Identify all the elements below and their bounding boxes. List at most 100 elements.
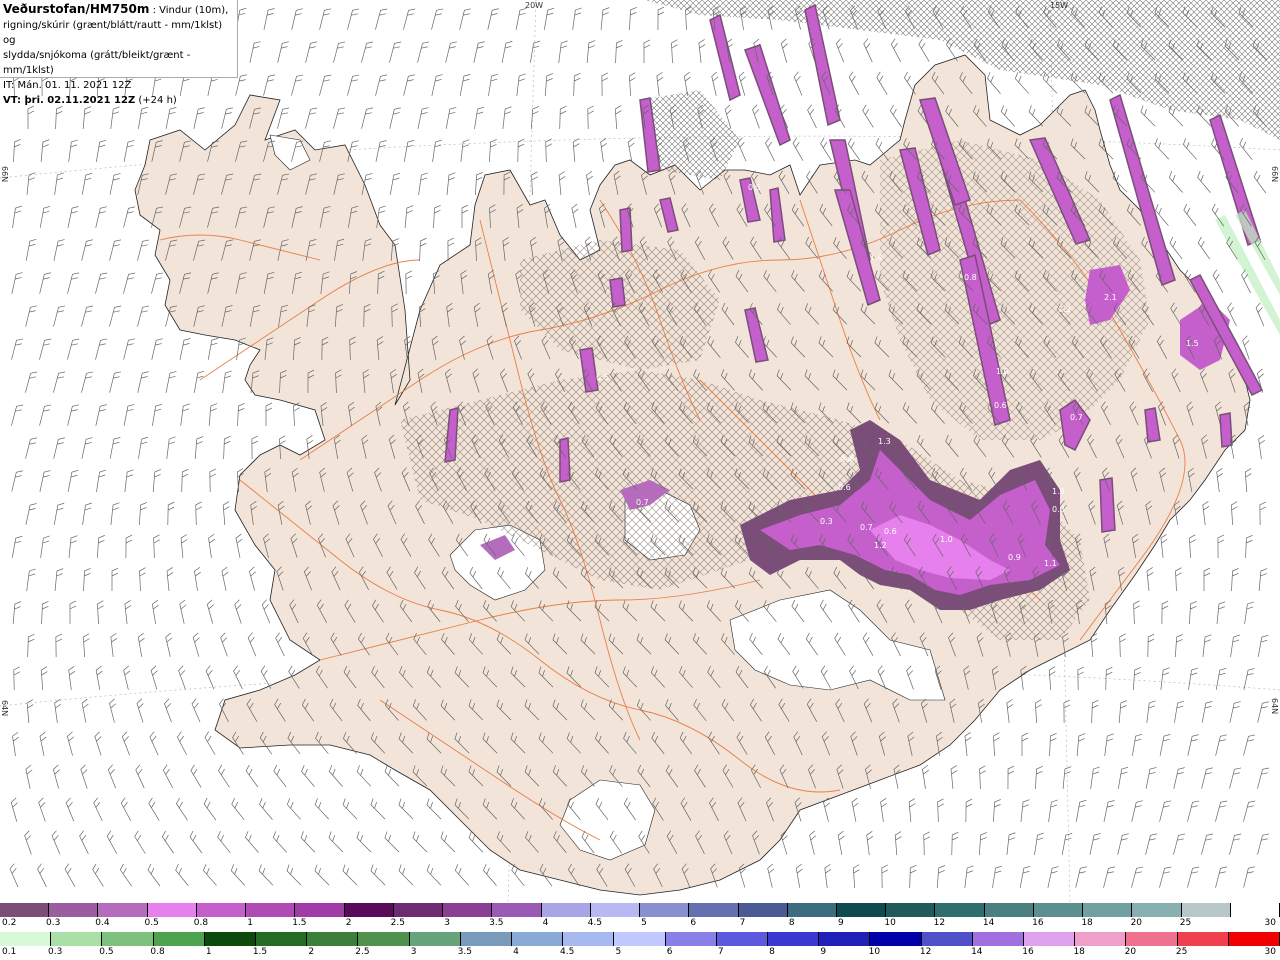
snow-scale-label: 14 [982, 918, 995, 928]
precip-value-label: 1.0 [996, 367, 1009, 376]
precip-value-label: 1.0 [940, 535, 953, 544]
rain-scale-cell [409, 932, 461, 946]
snow-scale-cell [689, 903, 739, 917]
snow-scale-label: 2.5 [390, 918, 406, 928]
snow-scale-cell [49, 903, 99, 917]
rain-scale-cell [768, 932, 820, 946]
precip-value-label: 1.2 [874, 541, 887, 550]
rain-scale-label: 5 [615, 947, 622, 957]
rain-scale-label: 8 [769, 947, 775, 957]
snow-scale-cell [98, 903, 148, 917]
rain-scale-label: 1.5 [252, 947, 268, 957]
snow-scale-cell [492, 903, 542, 917]
rain-scale-label: 10 [868, 947, 881, 957]
precip-value-label: 1.3 [878, 437, 891, 446]
rain-scale-label: 0.8 [150, 947, 165, 957]
snow-scale-label: 10 [884, 918, 896, 928]
rain-scale-cell [1126, 932, 1178, 946]
snow-scale-cell [1132, 903, 1182, 917]
rain-scale-cell [921, 932, 973, 946]
precip-value-label: 2.1 [1104, 293, 1117, 302]
precip-value-label: 0.6 [994, 401, 1007, 410]
rain-scale-labels: 0.1 0.3 0.5 0.8 1 1.5 2 2.5 3 3.5 4 4.5 5 6 7 8 9 10 12 14 1… [0, 947, 1280, 959]
precip-value-label: 0.4 [840, 455, 853, 464]
rain-scale-cell [1177, 932, 1229, 946]
rain-scale-label: 4.5 [560, 947, 575, 957]
rain-scale-cell [563, 932, 615, 946]
lat-label-66n-right: 66N [1270, 166, 1279, 183]
precip-value-label: 0.5 [748, 183, 761, 192]
snow-scale-cell [246, 903, 296, 917]
rain-scale-cell [307, 932, 359, 946]
rain-scale-cell [512, 932, 564, 946]
rain-scale-label: 30 [1264, 947, 1276, 957]
precip-value-label: 1.9 [1052, 487, 1065, 496]
snow-scale-cell [1083, 903, 1133, 917]
snow-color-scale [0, 903, 1280, 917]
rain-scale-label: 7 [717, 947, 724, 957]
precip-value-label: 0.7 [1070, 413, 1083, 422]
rain-scale-label: 14 [971, 947, 983, 957]
info-line-1: Veðurstofan/HM750m : Vindur (10m), [3, 2, 234, 18]
map-title: Veðurstofan/HM750m [3, 2, 150, 16]
snow-scale-label: 6 [690, 918, 697, 928]
snow-scale-label: 7 [739, 918, 746, 928]
rain-scale-label: 25 [1175, 947, 1188, 957]
rain-scale-cell [716, 932, 769, 946]
precip-value-label: 0.6 [884, 527, 897, 536]
snow-scale-cell [196, 903, 247, 917]
info-line-2: rigning/skúrir (grænt/blátt/rautt - mm/1… [3, 20, 223, 46]
rain-scale-cell [665, 932, 717, 946]
lat-label-64n-right: 64N [1270, 698, 1279, 715]
precip-value-label: 0.8 [964, 273, 977, 282]
rain-scale-label: 18 [1073, 947, 1085, 957]
precip-value-label: 0.8 [1052, 505, 1065, 514]
lat-label-66n-left: 66N [0, 166, 9, 183]
snow-scale-label: 16 [1032, 918, 1044, 928]
precip-value-label: 1.5 [1186, 339, 1199, 348]
rain-scale-label: 4 [513, 947, 519, 957]
snow-scale-cell [640, 903, 690, 917]
vt-value: þri. 02.11.2021 12Z [21, 95, 136, 106]
snow-scale-label: 30 [1264, 918, 1276, 928]
snow-scale-label: 3.5 [489, 918, 504, 928]
precip-value-label: 0.6 [838, 483, 851, 492]
vt-offset: (+24 h) [135, 95, 177, 106]
snow-scale-label: 3 [444, 918, 450, 928]
snow-scale-label: 4 [542, 918, 549, 928]
snow-scale-label: 0.3 [46, 918, 61, 928]
snow-scale-cell [1033, 903, 1084, 917]
weather-map[interactable]: 0.70.50.30.40.61.30.40.7 0.61.21.00.91.90… [0, 0, 1280, 902]
map-info-box: Veðurstofan/HM750m : Vindur (10m), rigni… [0, 0, 238, 106]
rain-scale-label: 16 [1022, 947, 1034, 957]
snow-scale-cell [0, 903, 50, 917]
rain-scale-label: 3.5 [457, 947, 472, 957]
rain-scale-cell [614, 932, 666, 946]
snow-scale-cell [147, 903, 197, 917]
lon-label-20w: 20W [525, 1, 544, 10]
lat-label-64n-left: 64N [0, 700, 9, 717]
rain-scale-label: 3 [410, 947, 417, 957]
snow-scale-cell [344, 903, 394, 917]
rain-scale-cell [1024, 932, 1076, 946]
precip-value-label: 1.1 [1044, 559, 1057, 568]
precip-value-label: 0.5 [596, 373, 609, 382]
precip-value-label: 1.4 [870, 253, 883, 262]
snow-scale-label: 25 [1179, 918, 1192, 928]
lon-label-15w: 15W [1050, 1, 1069, 10]
snow-scale-label: 12 [933, 918, 946, 928]
rain-scale-label: 20 [1124, 947, 1137, 957]
vt-label: VT: [3, 95, 22, 106]
rain-scale-label: 1 [205, 947, 212, 957]
precip-value-label: 0.7 [636, 498, 649, 507]
snow-scale-label: 4.5 [587, 918, 602, 928]
rain-scale-label: 2 [308, 947, 315, 957]
snow-scale-cell [443, 903, 493, 917]
snow-scale-label: 8 [788, 918, 795, 928]
rain-scale-label: 9 [820, 947, 827, 957]
map-subtitle: : Vindur (10m), [149, 5, 229, 16]
rain-scale-cell [204, 932, 257, 946]
snow-scale-cell [1181, 903, 1231, 917]
rain-scale-cell [972, 932, 1025, 946]
snow-scale-cell [295, 903, 345, 917]
